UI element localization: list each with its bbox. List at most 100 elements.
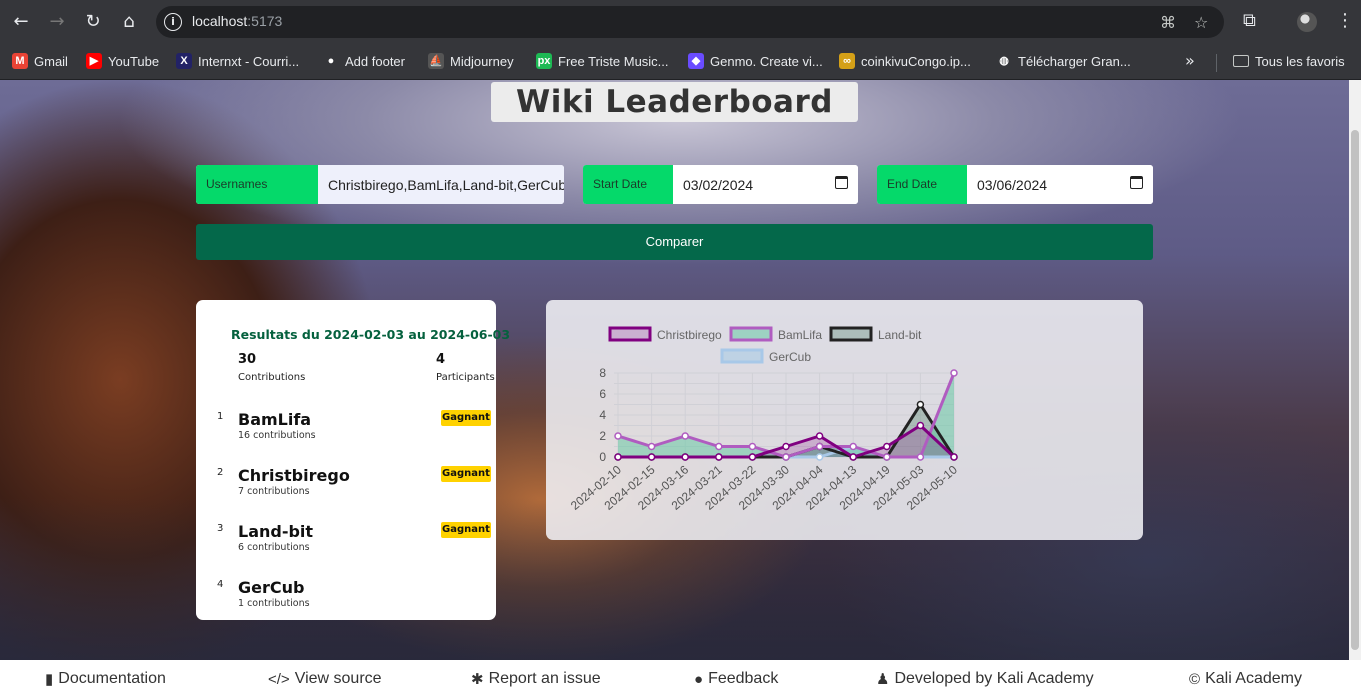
data-point (883, 453, 891, 461)
winner-badge: Gagnant (441, 410, 491, 426)
folder-icon (1233, 55, 1249, 67)
data-point (815, 442, 824, 451)
y-tick-label: 2 (599, 429, 606, 443)
bookmark-item[interactable]: ▶ YouTube (86, 51, 159, 71)
all-bookmarks-folder[interactable]: Tous les favoris (1233, 51, 1345, 71)
footer-link[interactable]: © Kali Academy (1189, 670, 1302, 688)
data-point (647, 442, 656, 451)
address-bar[interactable]: i localhost:5173 ⌘ ☆ (156, 6, 1224, 38)
y-tick-label: 0 (599, 450, 606, 464)
data-point (815, 453, 824, 461)
bookmark-label: Midjourney (450, 53, 514, 69)
bookmark-label: Gmail (34, 53, 68, 69)
bookmark-item[interactable]: ⛵ Midjourney (428, 51, 514, 71)
winner-badge: Gagnant (441, 522, 491, 538)
back-arrow-icon[interactable]: ← (9, 10, 33, 34)
internxt-icon: X (176, 53, 192, 69)
browser-menu-icon[interactable]: ⋮ (1336, 10, 1354, 31)
page-footer: ▮ Documentation </> View source ✱ Report an i… (0, 660, 1361, 698)
bookmark-item[interactable]: px Free Triste Music... (536, 51, 669, 71)
home-icon[interactable]: ⌂ (117, 10, 141, 34)
bookmark-label: Télécharger Gran... (1018, 53, 1131, 69)
legend-label: Land-bit (878, 328, 922, 342)
data-point (916, 400, 925, 409)
data-point (849, 453, 857, 461)
copyright-icon: © (1189, 670, 1201, 688)
data-point (916, 453, 925, 461)
data-point (782, 453, 790, 461)
legend-swatch (720, 348, 764, 364)
data-point (883, 442, 891, 451)
translate-icon[interactable]: ⌘ (1160, 13, 1176, 32)
bookmark-label: Genmo. Create vi... (710, 53, 823, 69)
url-text[interactable]: localhost:5173 (192, 13, 282, 29)
comment-icon: ● (694, 670, 704, 688)
data-point (748, 442, 757, 451)
profile-avatar[interactable] (1297, 12, 1317, 32)
legend-label: Christbirego (657, 328, 722, 342)
winner-badge: Gagnant (441, 466, 491, 482)
end-date-group: End Date (877, 165, 1153, 204)
data-point (815, 432, 824, 440)
footer-link[interactable]: ▮ Documentation (45, 670, 166, 688)
end-date-input[interactable] (967, 165, 1153, 204)
bookmark-item[interactable]: ● Add footer (323, 51, 405, 71)
page-viewport: Wiki Leaderboard Usernames Start Date En… (0, 80, 1361, 660)
data-point (950, 369, 958, 377)
pixabay-icon: px (536, 53, 552, 69)
extensions-icon[interactable]: ⧉ (1243, 10, 1256, 31)
data-point (681, 453, 689, 461)
end-date-label: End Date (877, 165, 967, 204)
bookmark-star-icon[interactable]: ☆ (1194, 13, 1208, 32)
forward-arrow-icon[interactable]: → (45, 10, 69, 34)
data-point (950, 453, 958, 461)
gmail-icon: M (12, 53, 28, 69)
data-point (715, 453, 723, 461)
bookmarks-overflow-icon[interactable]: » (1185, 51, 1195, 70)
bookmarks-divider (1216, 54, 1217, 72)
calendar-icon[interactable] (1130, 176, 1143, 189)
usernames-input[interactable] (318, 165, 564, 204)
scrollbar-thumb[interactable] (1351, 130, 1359, 650)
bookmark-label: YouTube (108, 53, 160, 69)
page-scrollbar[interactable] (1349, 80, 1361, 660)
reload-icon[interactable]: ↻ (81, 10, 105, 34)
participants-count: 4 (436, 352, 446, 367)
data-point (614, 432, 622, 440)
results-heading: Resultats du 2024-02-03 au 2024-06-03 (231, 327, 511, 342)
y-tick-label: 4 (599, 408, 606, 422)
compare-button[interactable]: Comparer (196, 224, 1153, 260)
bookmark-item[interactable]: ◆ Genmo. Create vi... (688, 51, 823, 71)
start-date-input[interactable] (673, 165, 858, 204)
genmo-icon: ◆ (688, 53, 704, 69)
data-point (614, 453, 622, 461)
footer-link[interactable]: </> View source (268, 670, 382, 688)
midjourney-icon: ⛵ (428, 53, 444, 69)
bookmark-item[interactable]: M Gmail (12, 51, 68, 71)
browser-toolbar: ← → ↻ ⌂ i localhost:5173 ⌘ ☆ ⧉ ⋮ (0, 0, 1361, 44)
data-point (782, 442, 790, 451)
legend-swatch (729, 326, 773, 342)
footer-link-label: Developed by Kali Academy (894, 670, 1094, 687)
footer-link[interactable]: ♟ Developed by Kali Academy (876, 670, 1094, 688)
calendar-icon[interactable] (835, 176, 848, 189)
y-tick-label: 8 (599, 366, 606, 380)
code-icon: </> (268, 670, 290, 688)
user-name: GerCub (238, 578, 305, 597)
data-point (681, 432, 689, 440)
page-title: Wiki Leaderboard (491, 82, 858, 122)
user-contributions: 6 contributions (238, 542, 310, 553)
bookmark-label: Add footer (345, 53, 405, 69)
site-info-icon[interactable]: i (164, 13, 182, 31)
footer-link[interactable]: ● Feedback (694, 670, 778, 688)
bookmark-item[interactable]: X Internxt - Courri... (176, 51, 299, 71)
contributions-chart: 8 6 4 2 0 2024-02-10 2024-02-15 2024-03-16 2024-… (546, 300, 1143, 540)
bookmark-item[interactable]: ∞ coinkivuCongo.ip... (839, 51, 971, 71)
data-point (748, 453, 757, 461)
footer-link-label: View source (294, 670, 382, 687)
footer-link[interactable]: ✱ Report an issue (471, 670, 601, 688)
data-point (647, 453, 656, 461)
bookmark-item[interactable]: ◍ Télécharger Gran... (996, 51, 1131, 71)
contributions-label: Contributions (238, 372, 306, 383)
bookmarks-bar: M Gmail ▶ YouTube X Internxt - Courri... ● Add … (0, 44, 1361, 80)
